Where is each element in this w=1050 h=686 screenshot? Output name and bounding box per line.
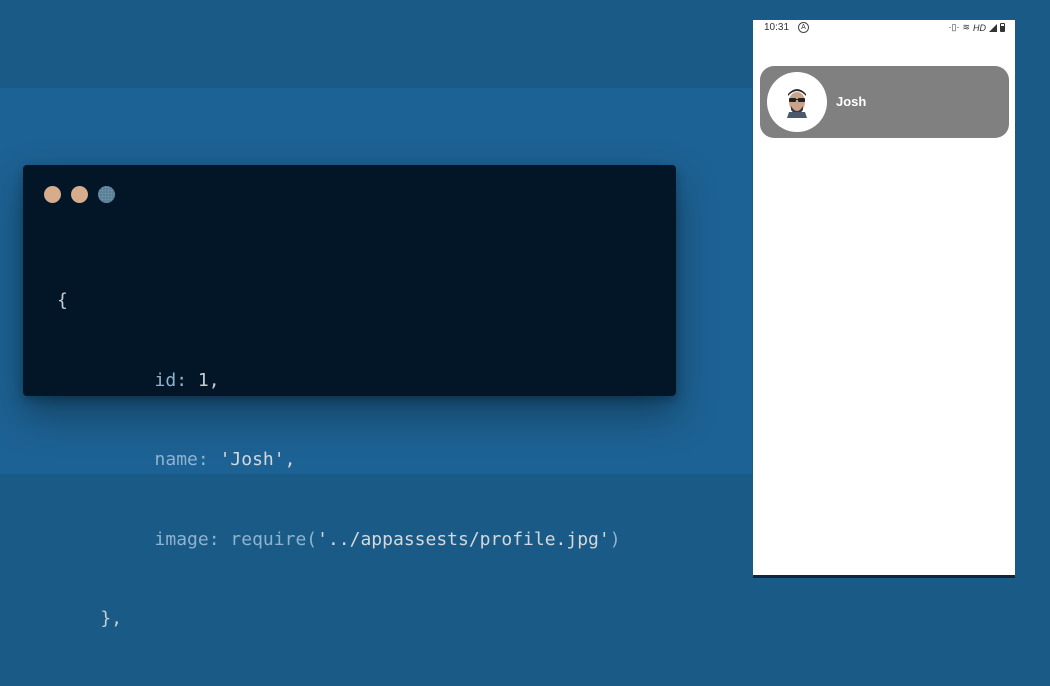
code-token: 1, [197, 369, 220, 391]
app-notification-icon: A [798, 22, 809, 33]
profile-avatar-icon [767, 72, 827, 132]
vibrate-icon: ·▯· [948, 22, 960, 32]
code-line: { [57, 288, 621, 315]
code-token: }, [100, 608, 123, 629]
code-token: id: [154, 369, 188, 391]
battery-icon [1000, 23, 1005, 32]
code-token: 'Josh', [219, 449, 296, 470]
signal-icon [989, 23, 997, 32]
window-controls [44, 186, 115, 203]
code-window: { id: 1, name: 'Josh', image: require('.… [23, 165, 676, 629]
hd-label: HD [973, 22, 986, 33]
avatar-image [787, 89, 807, 118]
code-token: require( [230, 528, 318, 550]
code-token: { [57, 290, 68, 311]
code-line: name: 'Josh', [57, 447, 621, 474]
phone-screen: 10:31 A ·▯· ≋ HD Josh [753, 20, 1015, 578]
code-token: image: [154, 528, 220, 550]
window-dot-3[interactable] [98, 186, 115, 203]
profile-card[interactable]: Josh [760, 66, 1009, 138]
code-line: image: require('../appassests/profile.jp… [57, 527, 621, 554]
code-token: '../appassests/profile.jpg' [317, 528, 610, 550]
code-token: name: [154, 449, 209, 470]
status-icons: ·▯· ≋ HD [948, 22, 1005, 33]
wifi-icon: ≋ [962, 22, 970, 32]
code-line: id: 1, [57, 368, 621, 395]
status-bar: 10:31 A ·▯· ≋ HD [753, 20, 1015, 36]
status-time: 10:31 [764, 22, 790, 33]
window-dot-1[interactable] [44, 186, 61, 203]
profile-name: Josh [836, 94, 867, 109]
code-line: }, [57, 606, 621, 633]
code-token: ) [609, 528, 621, 550]
window-dot-2[interactable] [71, 186, 88, 203]
code-block: { id: 1, name: 'Josh', image: require('.… [57, 235, 621, 686]
